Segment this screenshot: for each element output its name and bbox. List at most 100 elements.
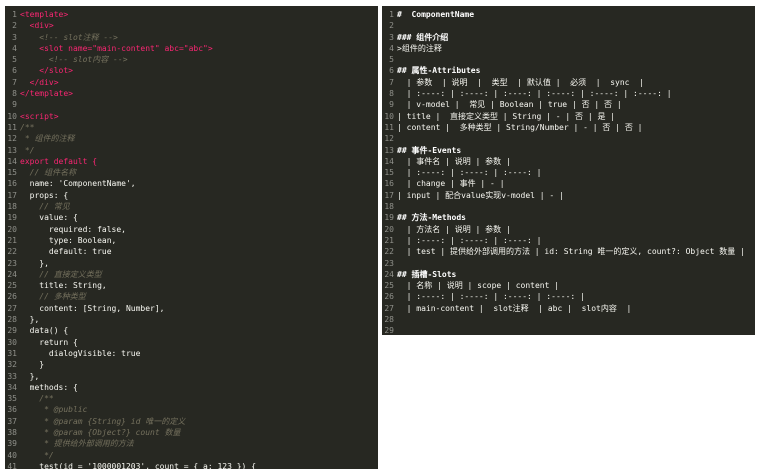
code-line[interactable]: 2 <box>382 20 755 31</box>
line-text: ## 属性-Attributes <box>397 66 481 76</box>
code-line[interactable]: 18 <box>382 201 755 212</box>
code-line[interactable]: 32 } <box>5 359 378 370</box>
code-line[interactable]: 17 | input | 配合value实现v-model | - | <box>382 190 755 201</box>
line-number: 25 <box>384 281 394 291</box>
code-line[interactable]: 5 <!-- slot内容 --> <box>5 54 378 65</box>
line-text: */ <box>20 145 35 155</box>
code-line[interactable]: 11/** <box>5 122 378 133</box>
code-line[interactable]: 21 type: Boolean, <box>5 235 378 246</box>
code-line[interactable]: 9 <box>5 99 378 110</box>
code-line[interactable]: 25 title: String, <box>5 280 378 291</box>
code-line[interactable]: 3 ### 组件介绍 <box>382 32 755 43</box>
code-line[interactable]: 30 return { <box>5 337 378 348</box>
code-line[interactable]: 29 data() { <box>5 325 378 336</box>
code-line[interactable]: 4 <slot name="main-content" abc="abc"> <box>5 43 378 54</box>
code-line[interactable]: 15 // 组件名称 <box>5 167 378 178</box>
line-number: 22 <box>384 247 394 257</box>
line-text: * @param {Object?} count 数量 <box>20 427 181 437</box>
line-text: <!-- slot注释 --> <box>20 32 118 42</box>
code-line[interactable]: 33 }, <box>5 371 378 382</box>
code-line[interactable]: 24 ## 插槽-Slots <box>382 269 755 280</box>
code-line[interactable]: 23 <box>382 258 755 269</box>
line-text <box>397 54 755 65</box>
code-line[interactable]: 10 <script> <box>5 111 378 122</box>
line-text: type: Boolean, <box>20 235 117 245</box>
line-number: 13 <box>7 145 17 155</box>
line-text: ## 插槽-Slots <box>397 269 457 279</box>
code-line[interactable]: 38 * @param {Object?} count 数量 <box>5 427 378 438</box>
code-line[interactable]: 22 default: true <box>5 246 378 257</box>
code-line[interactable]: 11 | content | 多种类型 | String/Number | - |… <box>382 122 755 133</box>
code-line[interactable]: 8 </template> <box>5 88 378 99</box>
code-line[interactable]: 28 <box>382 314 755 325</box>
code-line[interactable]: 39 * 提供给外部调用的方法 <box>5 438 378 449</box>
code-line[interactable]: 17 props: { <box>5 190 378 201</box>
vue-source-editor[interactable]: 1 <template> 2 <div> 3 <!-- slot注释 --> 4 <sl… <box>5 6 378 469</box>
code-line[interactable]: 3 <!-- slot注释 --> <box>5 32 378 43</box>
line-number: 37 <box>7 416 17 426</box>
code-line[interactable]: 6 ## 属性-Attributes <box>382 65 755 76</box>
code-area[interactable]: 1 <template> 2 <div> 3 <!-- slot注释 --> 4 <sl… <box>5 6 378 469</box>
line-number: 21 <box>384 235 394 245</box>
code-line[interactable]: 6 </slot> <box>5 65 378 76</box>
line-number: 18 <box>7 202 17 212</box>
code-line[interactable]: 14 | 事件名 | 说明 | 参数 | <box>382 156 755 167</box>
code-line[interactable]: 40 */ <box>5 450 378 461</box>
markdown-output-editor[interactable]: 1 # ComponentName 2 3 ### 组件介绍 4 >组件的注释 5 6 ## 属性… <box>382 6 755 335</box>
code-line[interactable]: 16 name: 'ComponentName', <box>5 178 378 189</box>
line-number: 28 <box>384 315 394 325</box>
code-line[interactable]: 29 <box>382 325 755 335</box>
code-line[interactable]: 9 | v-model | 常见 | Boolean | true | 否 | … <box>382 99 755 110</box>
code-line[interactable]: 26 | :----: | :----: | :----: | :----: | <box>382 291 755 302</box>
code-line[interactable]: 37 * @param {String} id 唯一的定义 <box>5 416 378 427</box>
line-number: 28 <box>7 315 17 325</box>
code-line[interactable]: 12 <box>382 133 755 144</box>
line-text: | test | 提供给外部调用的方法 | id: String 唯一的定义, … <box>397 247 745 257</box>
code-line[interactable]: 13 */ <box>5 145 378 156</box>
code-area[interactable]: 1 # ComponentName 2 3 ### 组件介绍 4 >组件的注释 5 6 ## 属性… <box>382 6 755 335</box>
code-line[interactable]: 14 export default { <box>5 156 378 167</box>
line-text: | main-content | slot注释 | abc | slot内容 | <box>397 303 632 313</box>
code-line[interactable]: 41 test(id = '1000001203', count = { a: … <box>5 461 378 469</box>
code-line[interactable]: 19 ## 方法-Methods <box>382 212 755 223</box>
code-line[interactable]: 26 // 多种类型 <box>5 291 378 302</box>
code-line[interactable]: 36 * @public <box>5 404 378 415</box>
code-line[interactable]: 10 | title | 直接定义类型 | String | - | 否 | 是 … <box>382 111 755 122</box>
line-text: return { <box>20 337 78 347</box>
code-line[interactable]: 23 }, <box>5 258 378 269</box>
line-number: 4 <box>12 43 17 53</box>
code-line[interactable]: 7 | 参数 | 说明 | 类型 | 默认值 | 必须 | sync | <box>382 77 755 88</box>
line-text: </template> <box>20 89 73 99</box>
code-line[interactable]: 15 | :----: | :----: | :----: | <box>382 167 755 178</box>
code-line[interactable]: 12 * 组件的注释 <box>5 133 378 144</box>
code-line[interactable]: 8 | :----: | :----: | :----: | :----: | … <box>382 88 755 99</box>
line-text: dialogVisible: true <box>20 348 141 358</box>
line-number: 7 <box>12 77 17 87</box>
code-line[interactable]: 31 dialogVisible: true <box>5 348 378 359</box>
code-line[interactable]: 27 content: [String, Number], <box>5 303 378 314</box>
code-line[interactable]: 21 | :----: | :----: | :----: | <box>382 235 755 246</box>
code-line[interactable]: 24 // 直接定义类型 <box>5 269 378 280</box>
line-number: 36 <box>7 405 17 415</box>
code-line[interactable]: 13 ## 事件-Events <box>382 145 755 156</box>
line-text: data() { <box>20 326 69 336</box>
code-line[interactable]: 20 required: false, <box>5 224 378 235</box>
code-line[interactable]: 27 | main-content | slot注释 | abc | slot内… <box>382 303 755 314</box>
code-line[interactable]: 18 // 常见 <box>5 201 378 212</box>
code-line[interactable]: 34 methods: { <box>5 382 378 393</box>
code-line[interactable]: 16 | change | 事件 | - | <box>382 178 755 189</box>
code-line[interactable]: 7 </div> <box>5 77 378 88</box>
line-text: }, <box>20 258 49 268</box>
code-line[interactable]: 1 <template> <box>5 9 378 20</box>
code-line[interactable]: 20 | 方法名 | 说明 | 参数 | <box>382 224 755 235</box>
code-line[interactable]: 1 # ComponentName <box>382 9 755 20</box>
code-line[interactable]: 4 >组件的注释 <box>382 43 755 54</box>
code-line[interactable]: 28 }, <box>5 314 378 325</box>
code-line[interactable]: 22 | test | 提供给外部调用的方法 | id: String 唯一的定… <box>382 246 755 257</box>
code-line[interactable]: 35 /** <box>5 393 378 404</box>
code-line[interactable]: 2 <div> <box>5 20 378 31</box>
code-line[interactable]: 25 | 名称 | 说明 | scope | content | <box>382 280 755 291</box>
code-line[interactable]: 19 value: { <box>5 212 378 223</box>
line-number: 39 <box>7 439 17 449</box>
code-line[interactable]: 5 <box>382 54 755 65</box>
